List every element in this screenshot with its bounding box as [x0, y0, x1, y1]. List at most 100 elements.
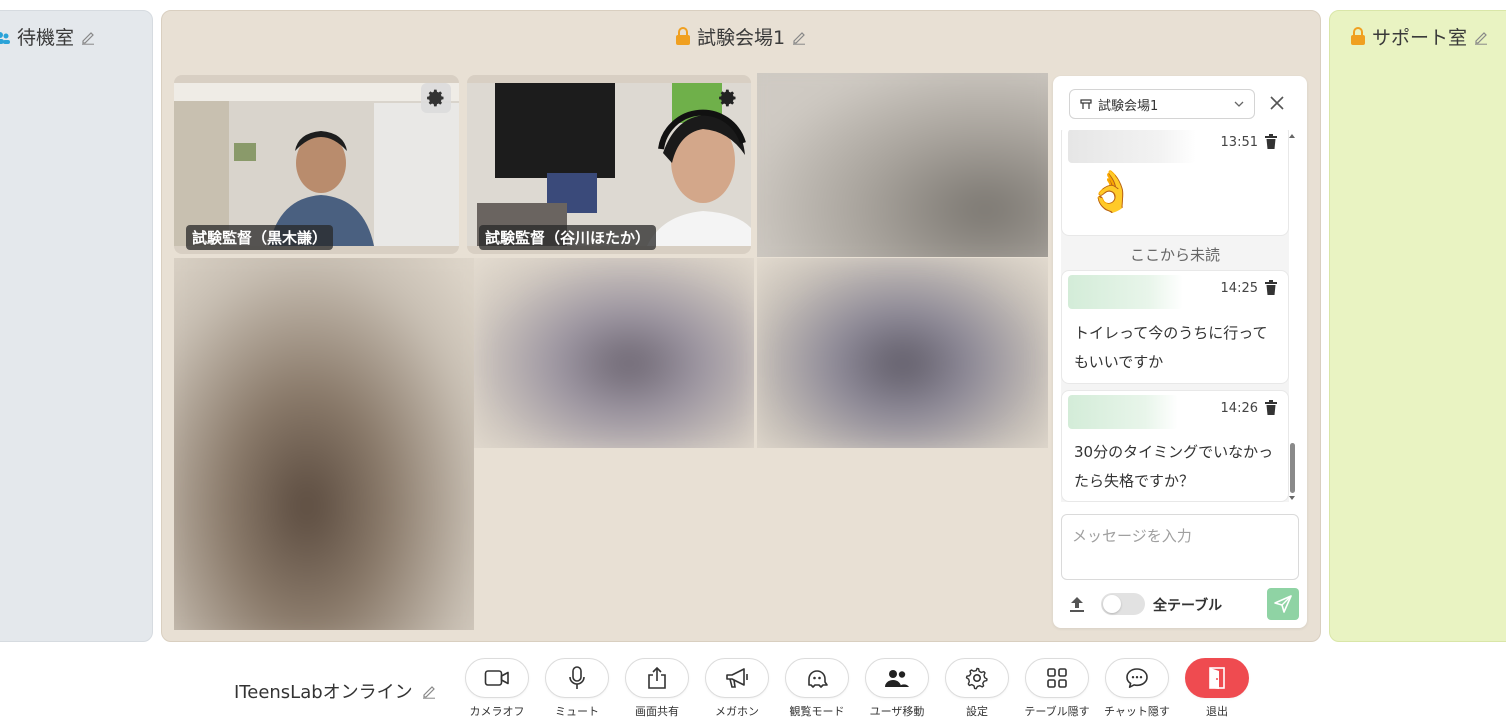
mute-tool[interactable]: ミュート [537, 658, 617, 720]
tool-label: 観覧モード [789, 705, 845, 718]
chat-panel: 試験会場1 13:51 👌 ここから未読 14:25 トイレって今のうちに行って… [1053, 76, 1307, 628]
edit-pencil-icon[interactable] [80, 29, 96, 45]
trash-icon[interactable] [1264, 134, 1278, 150]
support-room-title: サポート室 [1372, 27, 1468, 49]
hide-chat-button[interactable] [1105, 658, 1169, 698]
blurred-camera-tile[interactable] [757, 258, 1048, 448]
trash-icon[interactable] [1264, 400, 1278, 416]
share-screen-button[interactable] [625, 658, 689, 698]
scroll-thumb[interactable] [1290, 443, 1295, 493]
tool-label: テーブル隠す [1024, 705, 1090, 718]
exam-room-header: 試験会場1 [162, 23, 1320, 50]
chat-room-select[interactable]: 試験会場1 [1069, 89, 1255, 119]
hide-table-button[interactable] [1025, 658, 1089, 698]
edit-pencil-icon[interactable] [791, 29, 807, 45]
lock-icon [675, 27, 690, 45]
viewing-mode-tool[interactable]: 観覧モード [777, 658, 857, 720]
tool-label: 退出 [1206, 705, 1228, 718]
send-icon [1274, 595, 1292, 613]
tool-label: メガホン [715, 705, 759, 718]
chat-room-select-value: 試験会場1 [1098, 98, 1159, 114]
exit-door-icon [1209, 667, 1225, 689]
support-room-header: サポート室 [1350, 23, 1489, 50]
chevron-down-icon [1234, 101, 1244, 107]
blurred-camera-tile[interactable] [174, 258, 474, 630]
megaphone-icon [726, 668, 748, 688]
settings-button[interactable] [945, 658, 1009, 698]
unread-divider: ここから未読 [1129, 246, 1220, 264]
chat-message: 13:51 👌 [1061, 130, 1289, 236]
blurred-camera-tile[interactable] [474, 258, 754, 448]
space-name-text: ITeensLabオンライン [234, 682, 413, 703]
tool-label: ミュート [555, 705, 599, 718]
space-name: ITeensLabオンライン [234, 678, 437, 704]
megaphone-tool[interactable]: メガホン [697, 658, 777, 720]
message-text: 👌 [1086, 169, 1136, 215]
message-time: 14:25 [1220, 281, 1258, 296]
support-room-panel[interactable]: サポート室 [1329, 10, 1506, 642]
camera-feed-image [467, 83, 751, 246]
blurred-feed [474, 258, 754, 448]
camera-tile-proctor-2[interactable]: 試験監督（谷川ほたか） [467, 75, 751, 254]
chat-close-button[interactable] [1267, 93, 1287, 113]
share-screen-icon [648, 666, 666, 689]
gear-icon [965, 667, 988, 690]
settings-tool[interactable]: 設定 [937, 658, 1017, 720]
scroll-up-arrow-icon [1289, 134, 1295, 138]
participant-name-label: 試験監督（谷川ほたか） [479, 225, 657, 250]
app-stage: 待機室 試験会場1 サポート室 試験監督（黒木謙） 試験監督（谷川ほたか） 試験… [0, 0, 1506, 720]
gear-icon [719, 89, 736, 107]
mute-button[interactable] [545, 658, 609, 698]
send-message-button[interactable] [1267, 588, 1299, 620]
move-users-button[interactable] [865, 658, 929, 698]
tile-settings-button[interactable] [421, 83, 451, 113]
share-screen-tool[interactable]: 画面共有 [617, 658, 697, 720]
camera-feed-image [174, 83, 459, 246]
all-tables-toggle[interactable] [1101, 593, 1145, 615]
hide-chat-tool[interactable]: チャット隠す [1097, 658, 1177, 720]
camera-off-tool[interactable]: カメラオフ [457, 658, 537, 720]
tool-label: 設定 [966, 705, 988, 718]
hide-table-tool[interactable]: テーブル隠す [1017, 658, 1097, 720]
viewing-mode-button[interactable] [785, 658, 849, 698]
edit-pencil-icon[interactable] [1473, 29, 1489, 45]
camera-off-button[interactable] [465, 658, 529, 698]
chat-scrollbar[interactable] [1287, 130, 1297, 502]
waiting-room-title: 待機室 [17, 27, 75, 49]
edit-pencil-icon[interactable] [421, 683, 437, 699]
camera-feed [174, 83, 459, 246]
trash-icon[interactable] [1264, 280, 1278, 296]
exit-tool[interactable]: 退出 [1177, 658, 1257, 720]
camera-feed [467, 83, 751, 246]
camera-tile-proctor-1[interactable]: 試験監督（黒木謙） [174, 75, 459, 254]
users-icon [885, 670, 909, 687]
tile-settings-button[interactable] [713, 83, 743, 113]
upload-icon[interactable] [1067, 594, 1087, 614]
all-tables-label: 全テーブル [1153, 598, 1223, 614]
chat-bubble-icon [1126, 668, 1148, 688]
waiting-room-panel[interactable]: 待機室 [0, 10, 153, 642]
chat-message: 14:26 30分のタイミングでいなかったら失格ですか？ [1061, 390, 1289, 502]
scroll-down-arrow-icon [1289, 496, 1295, 500]
tool-label: チャット隠す [1104, 705, 1170, 718]
video-camera-icon [484, 670, 509, 686]
grid-icon [1047, 668, 1067, 688]
blurred-sender-name [1068, 130, 1196, 163]
blurred-sender-name [1068, 275, 1183, 309]
tool-label: ユーザ移動 [869, 705, 925, 718]
table-icon [1080, 99, 1092, 109]
tool-label: カメラオフ [469, 705, 525, 718]
microphone-icon [569, 666, 585, 689]
message-text: 30分のタイミングでいなかったら失格ですか？ [1074, 443, 1274, 490]
blurred-feed [757, 258, 1048, 448]
chat-message-input[interactable] [1061, 514, 1299, 580]
exit-button[interactable] [1185, 658, 1249, 698]
chat-message-list[interactable]: 13:51 👌 ここから未読 14:25 トイレって今のうちに行ってもいいですか… [1061, 130, 1289, 502]
message-time: 14:26 [1220, 401, 1258, 416]
megaphone-button[interactable] [705, 658, 769, 698]
lock-icon [1351, 27, 1365, 45]
move-users-tool[interactable]: ユーザ移動 [857, 658, 937, 720]
close-icon [1270, 96, 1284, 110]
chat-message: 14:25 トイレって今のうちに行ってもいいですか [1061, 270, 1289, 384]
blurred-camera-tile[interactable] [757, 73, 1048, 257]
